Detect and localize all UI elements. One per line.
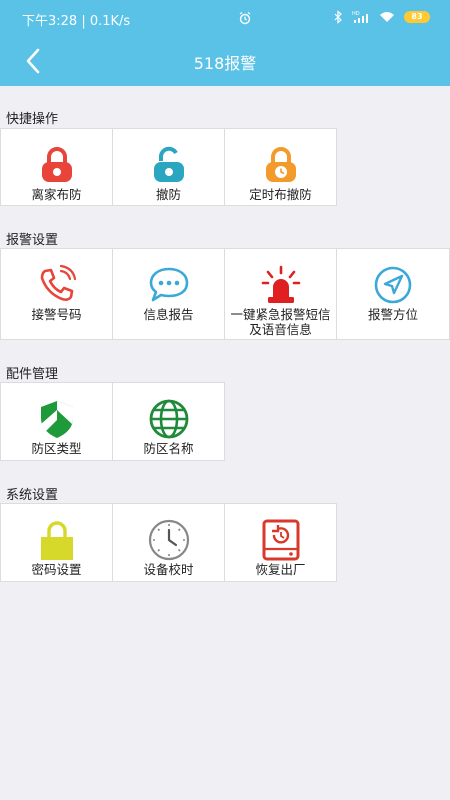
bluetooth-icon — [334, 10, 342, 24]
page-title: 518报警 — [193, 54, 257, 73]
padlock-icon — [40, 521, 73, 560]
tile-label: 报警方位 — [367, 307, 418, 322]
tile-label: 信息报告 — [143, 307, 194, 322]
tile-device-time-sync[interactable]: 设备校时 — [112, 503, 225, 582]
tile-label: 设备校时 — [143, 562, 194, 577]
section-title-quick-actions: 快捷操作 — [6, 112, 59, 127]
section-title-system-settings: 系统设置 — [6, 488, 59, 503]
tile-info-report[interactable]: 信息报告 — [112, 248, 225, 340]
tile-label: 一键紧急报警短信及语音信息 — [230, 307, 331, 337]
tile-away-arm[interactable]: 离家布防 — [0, 128, 113, 206]
tile-disarm[interactable]: 撤防 — [112, 128, 225, 206]
tile-timed-arm-disarm[interactable]: 定时布撤防 — [224, 128, 337, 206]
status-time: 下午3:28 | 0.1K/s — [22, 14, 131, 29]
section-title-accessory-management: 配件管理 — [6, 367, 59, 382]
svg-text:HD: HD — [352, 11, 360, 17]
tile-label: 接警号码 — [31, 307, 82, 322]
tile-password-settings[interactable]: 密码设置 — [0, 503, 113, 582]
section-title-alarm-settings: 报警设置 — [6, 233, 59, 248]
chat-bubble-icon — [149, 267, 188, 302]
tile-label: 防区类型 — [31, 441, 82, 456]
factory-reset-icon — [262, 519, 299, 561]
navigation-bar: 518报警 — [0, 36, 450, 86]
tile-label: 密码设置 — [31, 562, 82, 577]
shield-icon — [40, 401, 73, 438]
tile-alarm-location[interactable]: 报警方位 — [336, 248, 450, 340]
tile-label: 离家布防 — [31, 187, 82, 202]
globe-icon — [149, 399, 188, 439]
battery-indicator: 83 — [404, 11, 430, 23]
tile-alarm-number[interactable]: 接警号码 — [0, 248, 113, 340]
status-bar: 下午3:28 | 0.1K/s HD 83 — [0, 0, 450, 36]
alarm-siren-icon — [261, 265, 300, 303]
tile-label: 防区名称 — [143, 441, 194, 456]
signal-icon: HD — [352, 11, 368, 23]
tile-label: 撤防 — [155, 187, 181, 202]
clock-icon — [148, 519, 189, 561]
lock-open-icon — [153, 146, 184, 182]
location-arrow-icon — [374, 266, 412, 304]
tile-label: 定时布撤防 — [249, 187, 312, 202]
phone-icon — [40, 264, 76, 301]
tile-factory-reset[interactable]: 恢复出厂 — [224, 503, 337, 582]
tile-label: 恢复出厂 — [255, 562, 306, 577]
tile-zone-name[interactable]: 防区名称 — [112, 382, 225, 461]
tile-zone-type[interactable]: 防区类型 — [0, 382, 113, 461]
status-icons: HD 83 — [239, 10, 430, 25]
alarm-clock-icon — [239, 11, 251, 25]
lock-timer-icon — [265, 147, 296, 182]
lock-closed-icon — [41, 147, 72, 182]
tile-emergency-alarm[interactable]: 一键紧急报警短信及语音信息 — [224, 248, 337, 340]
wifi-icon — [380, 12, 394, 22]
